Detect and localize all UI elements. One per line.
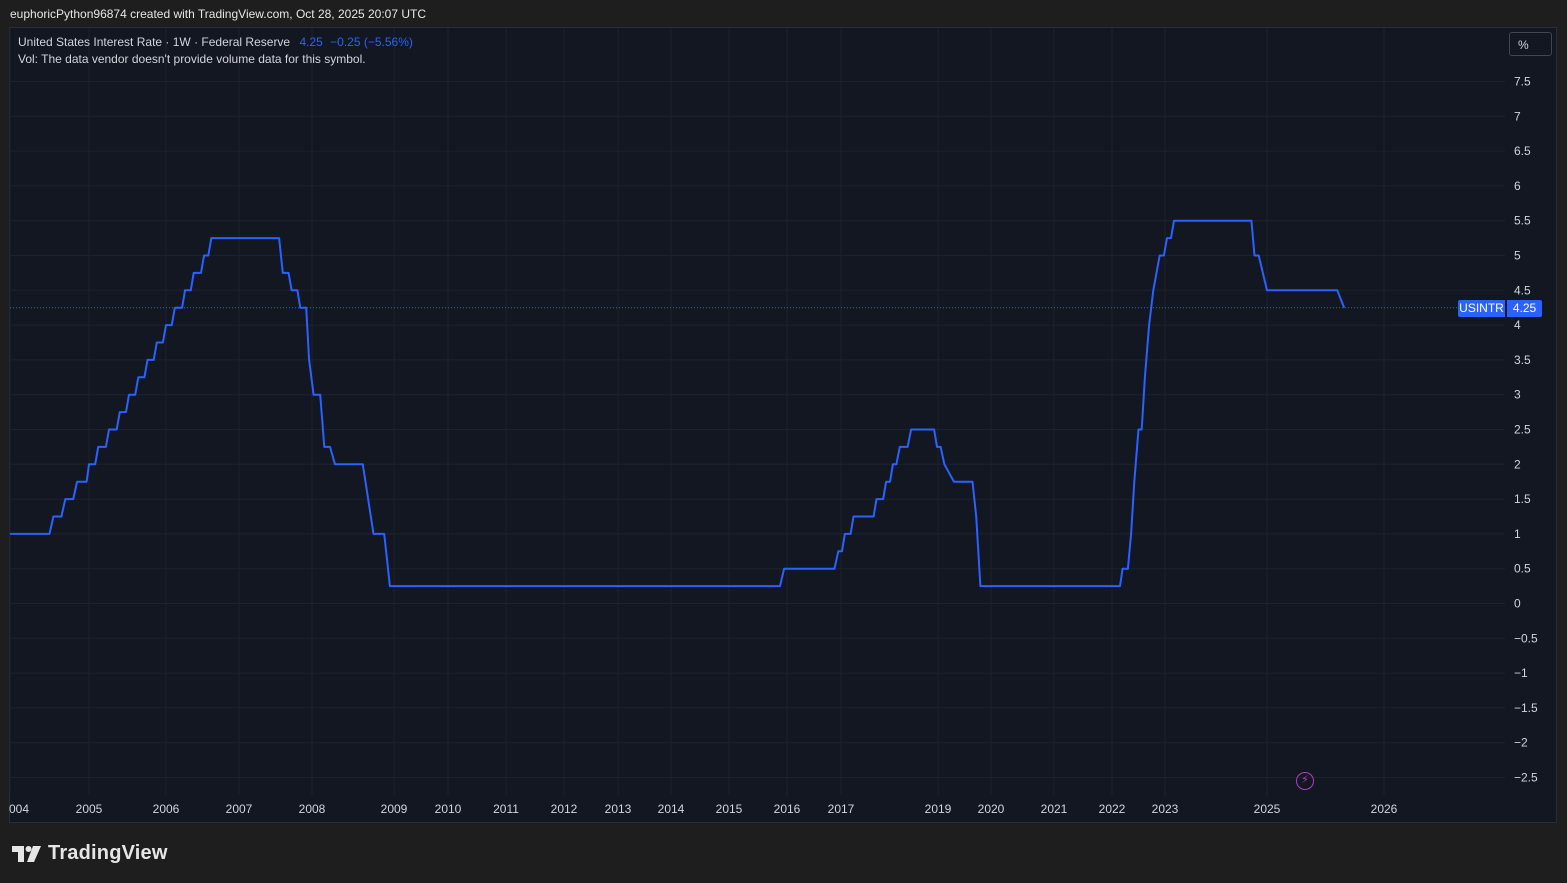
- y-tick-label: 4: [1514, 318, 1521, 332]
- tradingview-logo-icon: [12, 845, 41, 862]
- x-tick-label: 2009: [381, 802, 408, 816]
- x-tick-label: 2010: [435, 802, 462, 816]
- interest-rate-chart[interactable]: 7.5 7 6.5 6 5.5 5 4.5 4 3.5 3 2.5 2 1.5 1 0.5 0 −0.5 −1 −1…: [0, 0, 1567, 883]
- brand-logo: TradingView: [12, 842, 168, 865]
- percent-scale-button[interactable]: %: [1509, 32, 1552, 56]
- y-tick-label: 6.5: [1514, 144, 1531, 158]
- y-tick-label: −0.5: [1514, 631, 1538, 645]
- y-tick-label: 7.5: [1514, 75, 1531, 89]
- x-tick-label: 2011: [493, 802, 519, 816]
- y-tick-label: −1.5: [1514, 701, 1538, 715]
- y-tick-label: 3.5: [1514, 353, 1531, 367]
- y-tick-label: −2: [1514, 736, 1528, 750]
- y-axis-labels: 7.5 7 6.5 6 5.5 5 4.5 4 3.5 3 2.5 2 1.5 1 0.5 0 −0.5 −1 −1…: [1514, 75, 1538, 785]
- last-price-tag: 4.25: [1507, 300, 1542, 317]
- y-tick-label: 5.5: [1514, 214, 1531, 228]
- chart-legend[interactable]: United States Interest Rate · 1W · Feder…: [18, 35, 413, 49]
- x-tick-label: 2017: [828, 802, 855, 816]
- y-tick-label: 5: [1514, 249, 1521, 263]
- x-tick-label: 2021: [1041, 802, 1068, 816]
- x-tick-label: 2016: [774, 802, 801, 816]
- legend-value: 4.25: [299, 35, 323, 49]
- y-tick-label: 0.5: [1514, 562, 1531, 576]
- y-tick-label: 0: [1514, 597, 1521, 611]
- series-line-usintr: [10, 219, 1346, 588]
- y-tick-label: −2.5: [1514, 771, 1538, 785]
- x-tick-label: 2006: [153, 802, 180, 816]
- y-tick-label: 7: [1514, 109, 1521, 123]
- x-tick-label: 2025: [1254, 802, 1281, 816]
- y-tick-label: −1: [1514, 666, 1528, 680]
- x-tick-label: 2026: [1371, 802, 1398, 816]
- x-tick-label: 2020: [978, 802, 1005, 816]
- legend-change: −0.25 (−5.56%): [330, 35, 413, 49]
- x-tick-label: 2022: [1099, 802, 1126, 816]
- x-tick-label: 2007: [226, 802, 253, 816]
- x-tick-label: 2012: [551, 802, 578, 816]
- y-tick-label: 1.5: [1514, 492, 1531, 506]
- flash-icon[interactable]: ⚡: [1296, 772, 1314, 790]
- x-axis-labels: 004 2005 2006 2007 2008 2009 2010 2011 2012 2013 2…: [9, 802, 1398, 816]
- brand-name: TradingView: [48, 842, 168, 864]
- x-tick-label: 2019: [925, 802, 952, 816]
- symbol-price-tag: USINTR: [1458, 300, 1505, 317]
- x-tick-label: 2015: [716, 802, 743, 816]
- grid-lines: [9, 28, 1505, 795]
- y-tick-label: 1: [1514, 527, 1521, 541]
- x-tick-label: 2014: [658, 802, 685, 816]
- x-tick-label: 2005: [76, 802, 103, 816]
- y-tick-label: 4.5: [1514, 283, 1531, 297]
- y-tick-label: 2.5: [1514, 423, 1531, 437]
- x-tick-label: 2023: [1152, 802, 1179, 816]
- x-tick-label: 2013: [605, 802, 632, 816]
- volume-note: Vol: The data vendor doesn't provide vol…: [18, 52, 366, 66]
- y-tick-label: 6: [1514, 179, 1521, 193]
- legend-title: United States Interest Rate · 1W · Feder…: [18, 35, 291, 49]
- y-tick-label: 2: [1514, 457, 1521, 471]
- y-tick-label: 3: [1514, 388, 1521, 402]
- x-tick-label: 004: [9, 802, 29, 816]
- x-tick-label: 2008: [299, 802, 326, 816]
